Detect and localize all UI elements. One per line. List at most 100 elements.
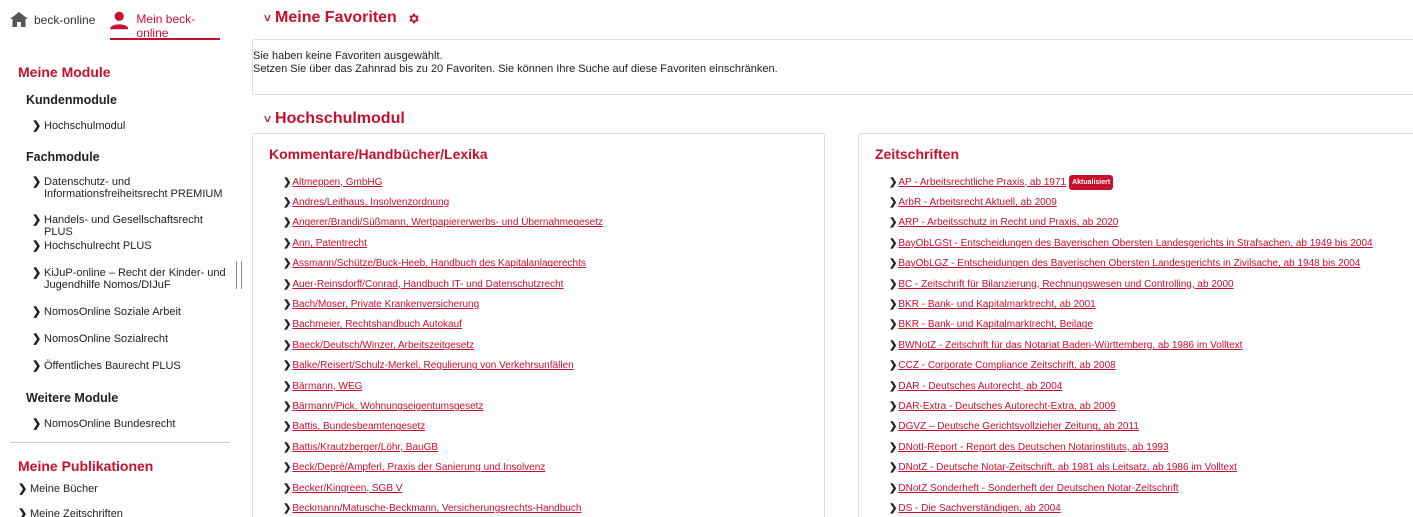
chevron-right-icon: ❯ xyxy=(889,482,898,494)
list-item-link[interactable]: Becker/Kingreen, SGB V xyxy=(292,482,402,495)
list-item-link[interactable]: BWNotZ - Zeitschrift für das Notariat Ba… xyxy=(898,339,1242,352)
sidebar-item-kijup[interactable]: ❯ KiJuP-online – Recht der Kinder- und Ju… xyxy=(32,267,227,291)
chevron-down-icon: ˅ xyxy=(264,112,272,126)
list-item[interactable]: ❯ DNotZ Sonderheft - Sonderheft der Deuts… xyxy=(889,478,1373,498)
nav-home-link[interactable]: beck-online xyxy=(10,12,95,27)
list-item-link[interactable]: DNotZ - Deutsche Notar-Zeitschrift, ab 1… xyxy=(898,461,1237,474)
list-item[interactable]: ❯ DNotI-Report - Report des Deutschen Not… xyxy=(889,437,1373,457)
list-item[interactable]: ❯ Bärmann, WEG xyxy=(283,376,603,396)
sidebar-item-datenschutz[interactable]: ❯ Datenschutz- und Informationsfreiheitsr… xyxy=(32,176,227,200)
list-item[interactable]: ❯ Becker/Kingreen, SGB V xyxy=(283,478,603,498)
list-item-link[interactable]: Beck/Depré/Ampferl, Praxis der Sanierung… xyxy=(292,461,545,474)
list-item[interactable]: ❯ DGVZ – Deutsche Gerichtsvollzieher Zeit… xyxy=(889,417,1373,437)
chevron-right-icon: ❯ xyxy=(32,360,42,372)
list-item-link[interactable]: Baeck/Deutsch/Winzer, Arbeitszeitgesetz xyxy=(292,339,474,352)
list-item[interactable]: ❯ Assmann/Schütze/Buck-Heeb, Handbuch des… xyxy=(283,254,603,274)
list-item-link[interactable]: Bachmeier, Rechtshandbuch Autokauf xyxy=(292,318,462,331)
chevron-right-icon: ❯ xyxy=(889,176,898,188)
list-item[interactable]: ❯ DNotZ - Deutsche Notar-Zeitschrift, ab … xyxy=(889,457,1373,477)
list-item-link[interactable]: Bärmann/Pick, Wohnungseigentumsgesetz xyxy=(292,400,483,413)
list-item[interactable]: ❯ Bach/Moser, Private Krankenversicherung xyxy=(283,294,603,314)
list-item-link[interactable]: Battis/Krautzberger/Löhr, BauGB xyxy=(292,441,438,454)
list-item[interactable]: ❯ BKR - Bank- und Kapitalmarktrecht, Beil… xyxy=(889,315,1373,335)
list-item[interactable]: ❯ Beck/Depré/Ampferl, Praxis der Sanierun… xyxy=(283,457,603,477)
sidebar-item-hochschulmodul[interactable]: ❯ Hochschulmodul xyxy=(32,120,227,132)
list-item-link[interactable]: CCZ - Corporate Compliance Zeitschrift, … xyxy=(898,359,1115,372)
list-item-link[interactable]: Altmeppen, GmbHG xyxy=(292,176,382,189)
chevron-right-icon: ❯ xyxy=(32,418,42,430)
list-item[interactable]: ❯ ArbR - Arbeitsrecht Aktuell, ab 2009 xyxy=(889,192,1373,212)
list-item[interactable]: ❯ CCZ - Corporate Compliance Zeitschrift,… xyxy=(889,356,1373,376)
status-badge: Aktualisiert xyxy=(1069,174,1114,190)
list-item[interactable]: ❯ BWNotZ - Zeitschrift für das Notariat B… xyxy=(889,335,1373,355)
list-item[interactable]: ❯ Auer-Reinsdorff/Conrad, Handbuch IT- un… xyxy=(283,274,603,294)
list-item-link[interactable]: BKR - Bank- und Kapitalmarktrecht, ab 20… xyxy=(898,298,1095,311)
list-item-link[interactable]: BayObLGZ - Entscheidungen des Bayerische… xyxy=(898,257,1360,270)
sidebar-item-soziale-arbeit[interactable]: ❯ NomosOnline Soziale Arbeit xyxy=(32,306,227,318)
list-item[interactable]: ❯ Beckmann/Matusche-Beckmann, Versicherun… xyxy=(283,498,603,517)
list-item[interactable]: ❯ BayObLGZ - Entscheidungen des Bayerisch… xyxy=(889,254,1373,274)
sidebar-item-baurecht[interactable]: ❯ Öffentliches Baurecht PLUS xyxy=(32,360,227,372)
list-item-link[interactable]: DNotZ Sonderheft - Sonderheft der Deutsc… xyxy=(898,482,1178,495)
hochschulmodul-header[interactable]: ˅ Hochschulmodul xyxy=(264,110,405,128)
list-item[interactable]: ❯ Ann, Patentrecht xyxy=(283,233,603,253)
list-item[interactable]: ❯ BKR - Bank- und Kapitalmarktrecht, ab 2… xyxy=(889,294,1373,314)
list-item-link[interactable]: DAR - Deutsches Autorecht, ab 2004 xyxy=(898,380,1062,393)
list-item-link[interactable]: Bach/Moser, Private Krankenversicherung xyxy=(292,298,479,311)
favorites-header[interactable]: ˅ Meine Favoriten xyxy=(264,9,420,27)
list-item-link[interactable]: ARP - Arbeitsschutz in Recht und Praxis,… xyxy=(898,216,1118,229)
list-item[interactable]: ❯ ARP - Arbeitsschutz in Recht und Praxis… xyxy=(889,213,1373,233)
gear-icon[interactable] xyxy=(407,12,420,25)
list-item[interactable]: ❯ Angerer/Brandi/Süßmann, Wertpapiererwer… xyxy=(283,213,603,233)
list-item-link[interactable]: DGVZ – Deutsche Gerichtsvollzieher Zeitu… xyxy=(898,420,1139,433)
list-item[interactable]: ❯ BC - Zeitschrift für Bilanzierung, Rech… xyxy=(889,274,1373,294)
sidebar-item-hochschulrecht[interactable]: ❯ Hochschulrecht PLUS xyxy=(32,240,227,252)
list-item[interactable]: ❯ DAR-Extra - Deutsches Autorecht-Extra, … xyxy=(889,396,1373,416)
nav-mein-beck-online-tab[interactable]: Mein beck-online xyxy=(110,8,220,40)
list-item[interactable]: ❯ Battis/Krautzberger/Löhr, BauGB xyxy=(283,437,603,457)
sidebar-resize-handle[interactable] xyxy=(236,261,242,289)
list-item[interactable]: ❯ DAR - Deutsches Autorecht, ab 2004 xyxy=(889,376,1373,396)
chevron-right-icon: ❯ xyxy=(283,258,292,270)
sidebar-item-sozialrecht[interactable]: ❯ NomosOnline Sozialrecht xyxy=(32,333,227,345)
list-item-link[interactable]: ArbR - Arbeitsrecht Aktuell, ab 2009 xyxy=(898,196,1056,209)
list-item-link[interactable]: Angerer/Brandi/Süßmann, Wertpapiererwerb… xyxy=(292,216,603,229)
sidebar-item-meine-zeitschriften[interactable]: ❯ Meine Zeitschriften xyxy=(18,508,213,517)
list-item-link[interactable]: Bärmann, WEG xyxy=(292,380,362,393)
sidebar-divider xyxy=(10,442,230,443)
list-item-link[interactable]: DNotI-Report - Report des Deutschen Nota… xyxy=(898,441,1168,454)
list-item-link[interactable]: AP - Arbeitsrechtliche Praxis, ab 1971 xyxy=(898,176,1066,189)
list-item-link[interactable]: Andres/Leithaus, Insolvenzordnung xyxy=(292,196,449,209)
chevron-right-icon: ❯ xyxy=(283,197,292,209)
list-item[interactable]: ❯ Bachmeier, Rechtshandbuch Autokauf xyxy=(283,315,603,335)
list-item-link[interactable]: Auer-Reinsdorff/Conrad, Handbuch IT- und… xyxy=(292,278,563,291)
list-item[interactable]: ❯ BayObLGSt - Entscheidungen des Bayerisc… xyxy=(889,233,1373,253)
list-item-link[interactable]: DAR-Extra - Deutsches Autorecht-Extra, a… xyxy=(898,400,1115,413)
chevron-right-icon: ❯ xyxy=(283,278,292,290)
list-item[interactable]: ❯ Bärmann/Pick, Wohnungseigentumsgesetz xyxy=(283,396,603,416)
list-item[interactable]: ❯ Balke/Reisert/Schulz-Merkel, Regulierun… xyxy=(283,356,603,376)
chevron-right-icon: ❯ xyxy=(32,267,42,279)
list-item-link[interactable]: Beckmann/Matusche-Beckmann, Versicherung… xyxy=(292,502,581,515)
sidebar-item-bundesrecht[interactable]: ❯ NomosOnline Bundesrecht xyxy=(32,418,227,430)
list-item-link[interactable]: BC - Zeitschrift für Bilanzierung, Rechn… xyxy=(898,278,1233,291)
list-item[interactable]: ❯ Altmeppen, GmbHG xyxy=(283,172,603,192)
list-item-link[interactable]: DS - Die Sachverständigen, ab 2004 xyxy=(898,502,1060,515)
list-item-link[interactable]: Balke/Reisert/Schulz-Merkel, Regulierung… xyxy=(292,359,573,372)
chevron-right-icon: ❯ xyxy=(32,214,42,226)
list-item-link[interactable]: Assmann/Schütze/Buck-Heeb, Handbuch des … xyxy=(292,257,586,270)
list-item[interactable]: ❯ Baeck/Deutsch/Winzer, Arbeitszeitgesetz xyxy=(283,335,603,355)
list-item[interactable]: ❯ Battis, Bundesbeamtengesetz xyxy=(283,417,603,437)
list-item-link[interactable]: BKR - Bank- und Kapitalmarktrecht, Beila… xyxy=(898,318,1093,331)
sidebar-item-meine-buecher[interactable]: ❯ Meine Bücher xyxy=(18,483,213,495)
list-item-link[interactable]: Battis, Bundesbeamtengesetz xyxy=(292,420,425,433)
list-item-link[interactable]: Ann, Patentrecht xyxy=(292,237,367,250)
list-item-link[interactable]: BayObLGSt - Entscheidungen des Bayerisch… xyxy=(898,237,1372,250)
list-item[interactable]: ❯ Andres/Leithaus, Insolvenzordnung xyxy=(283,192,603,212)
chevron-right-icon: ❯ xyxy=(283,502,292,514)
list-item[interactable]: ❯ DS - Die Sachverständigen, ab 2004 xyxy=(889,498,1373,517)
top-nav: beck-online Mein beck-online xyxy=(10,8,220,40)
sidebar-item-handelsrecht[interactable]: ❯ Handels- und Gesellschaftsrecht PLUS xyxy=(32,214,227,238)
list-item[interactable]: ❯ AP - Arbeitsrechtliche Praxis, ab 1971 A… xyxy=(889,172,1373,192)
favorites-title: Meine Favoriten xyxy=(275,9,397,26)
